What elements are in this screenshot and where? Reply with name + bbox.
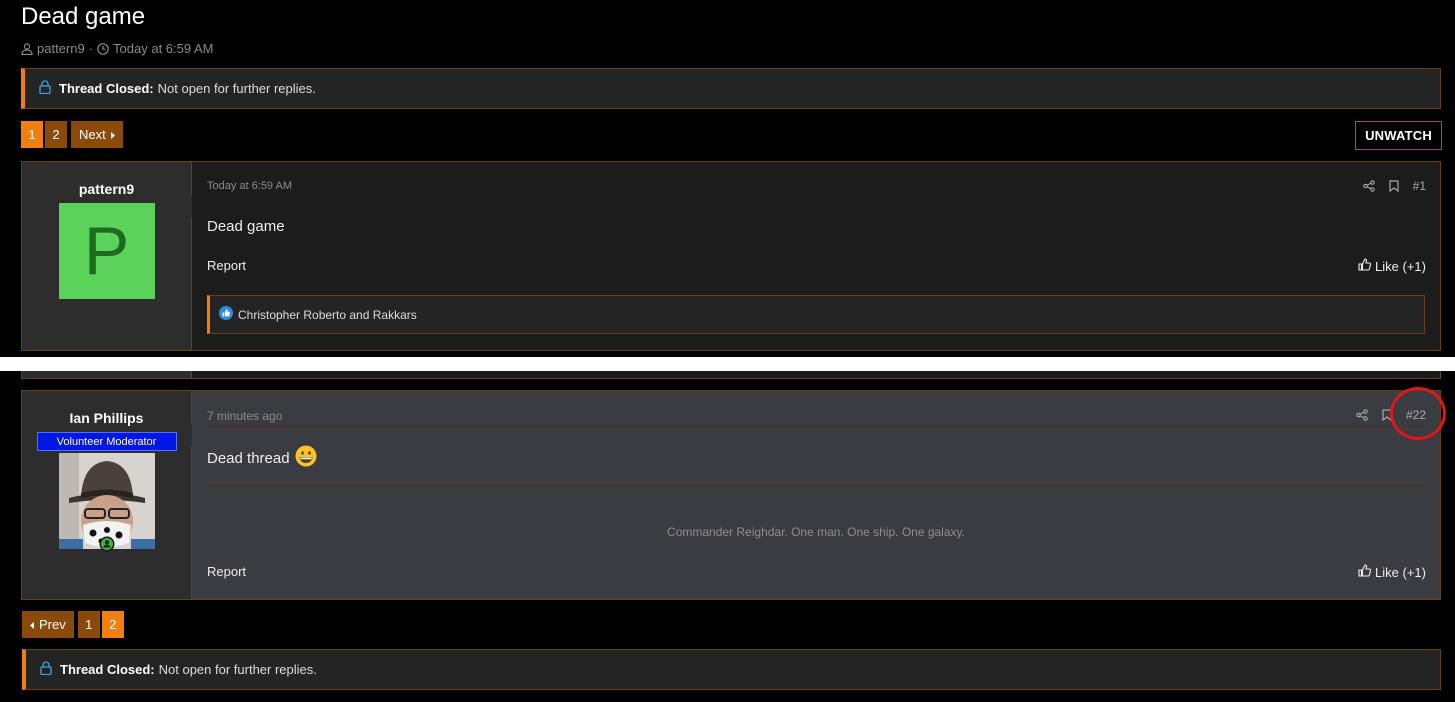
red-annotation-circle <box>1390 387 1446 440</box>
next-page-button[interactable]: Next <box>71 121 123 148</box>
page-title: Dead game <box>21 3 146 30</box>
post-1-actions: #1 <box>1362 179 1426 193</box>
thumbs-up-icon <box>1358 258 1372 274</box>
post-22-text-block: Dead thread <box>207 445 317 471</box>
prev-label: Prev <box>39 617 66 632</box>
post-22-signature-divider <box>207 483 1425 484</box>
post-22-text: Dead thread <box>207 449 290 467</box>
lock-icon <box>39 80 51 97</box>
post-22: Ian Phillips Volunteer Moderator 7 minut… <box>21 390 1441 600</box>
post-1-reactions-text: Christopher Roberto and Rakkars <box>238 307 417 322</box>
page-1-link[interactable]: 1 <box>21 121 43 148</box>
post-22-report-link[interactable]: Report <box>207 564 246 579</box>
caret-right-icon <box>110 127 115 142</box>
thread-closed-notice-bottom: Thread Closed: Not open for further repl… <box>22 649 1441 690</box>
post-1-user-panel: pattern9 P <box>22 162 203 350</box>
share-icon[interactable] <box>1356 409 1368 421</box>
post-1-like-label: Like (+1) <box>1375 258 1426 274</box>
post-1-text: Dead game <box>207 218 285 235</box>
page-2-link[interactable]: 2 <box>101 611 124 638</box>
post-22-role-badge: Volunteer Moderator <box>36 432 177 451</box>
post-1-number[interactable]: #1 <box>1413 179 1426 193</box>
post-22-like-label: Like (+1) <box>1375 564 1426 580</box>
post-1: pattern9 P Today at 6:59 AM #1 Dead game… <box>21 161 1441 351</box>
online-status-icon <box>99 536 115 557</box>
post-22-body: 7 minutes ago #22 Dead thread Commander … <box>192 391 1440 599</box>
notice-text: Not open for further replies. <box>157 81 316 96</box>
meta-separator: · <box>88 41 94 56</box>
share-icon[interactable] <box>1362 180 1375 192</box>
notice-label: Thread Closed: <box>60 662 155 677</box>
pagination-top: 1 2 Next <box>21 121 123 148</box>
post-22-signature: Commander Reighdar. One man. One ship. O… <box>667 525 965 539</box>
previous-post-edge <box>21 371 1441 379</box>
like-reaction-icon <box>219 306 233 323</box>
post-1-reactions-bar[interactable]: Christopher Roberto and Rakkars <box>207 295 1425 334</box>
thread-date[interactable]: Today at 6:59 AM <box>113 41 213 56</box>
post-22-header-divider <box>207 429 1425 430</box>
pagination-bottom: Prev 1 2 <box>22 611 124 638</box>
user-icon <box>21 42 33 55</box>
post-22-date[interactable]: 7 minutes ago <box>207 409 282 423</box>
prev-page-button[interactable]: Prev <box>22 611 74 638</box>
bookmark-icon[interactable] <box>1389 180 1399 192</box>
thread-author[interactable]: pattern9 <box>37 41 85 56</box>
post-1-date[interactable]: Today at 6:59 AM <box>207 180 292 192</box>
clock-icon <box>97 42 109 55</box>
post-1-avatar[interactable]: P <box>58 203 155 299</box>
page-1-link[interactable]: 1 <box>77 611 100 638</box>
thumbs-up-icon <box>1358 564 1372 580</box>
thread-closed-notice: Thread Closed: Not open for further repl… <box>21 68 1441 109</box>
screenshot-splice-divider <box>0 357 1455 371</box>
post-1-like-button[interactable]: Like (+1) <box>1358 258 1426 274</box>
notice-label: Thread Closed: <box>59 81 154 96</box>
thread-meta: pattern9 · Today at 6:59 AM <box>21 41 214 56</box>
unwatch-button[interactable]: UNWATCH <box>1355 121 1442 150</box>
post-22-username[interactable]: Ian Phillips <box>70 410 144 426</box>
post-22-user-panel: Ian Phillips Volunteer Moderator <box>22 391 203 599</box>
post-22-avatar[interactable] <box>58 453 155 549</box>
grin-emoji-icon <box>295 445 317 471</box>
lock-icon <box>40 661 52 678</box>
post-1-body: Today at 6:59 AM #1 Dead game Report Lik… <box>192 162 1440 350</box>
post-1-username[interactable]: pattern9 <box>79 181 134 197</box>
caret-left-icon <box>30 617 34 632</box>
notice-text: Not open for further replies. <box>158 662 317 677</box>
page-2-link[interactable]: 2 <box>45 121 67 148</box>
next-label: Next <box>79 127 106 142</box>
post-22-like-button[interactable]: Like (+1) <box>1358 564 1426 580</box>
post-1-report-link[interactable]: Report <box>207 258 246 273</box>
